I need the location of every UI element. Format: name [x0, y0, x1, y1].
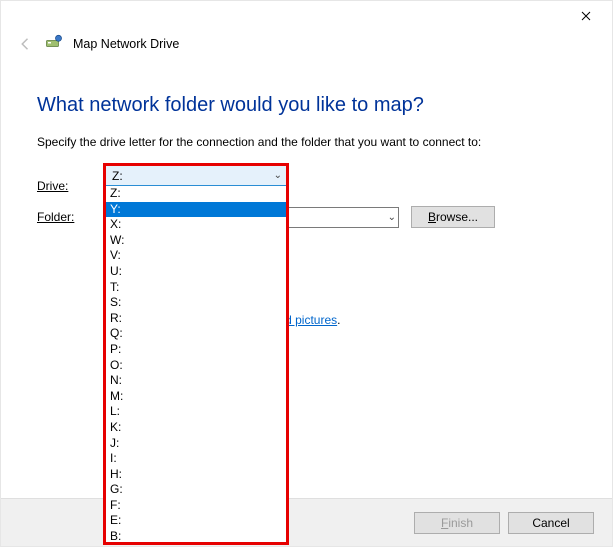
- drive-option[interactable]: P:: [106, 342, 286, 358]
- drive-option[interactable]: K:: [106, 420, 286, 436]
- drive-option[interactable]: Q:: [106, 326, 286, 342]
- page-subtext: Specify the drive letter for the connect…: [37, 135, 576, 149]
- network-drive-icon: [45, 33, 63, 54]
- drive-dropdown-expanded[interactable]: Z: ⌄ Z:Y:X:W:V:U:T:S:R:Q:P:O:N:M:L:K:J:I…: [103, 163, 289, 545]
- drive-option[interactable]: J:: [106, 436, 286, 452]
- close-button[interactable]: [564, 2, 608, 30]
- drive-option[interactable]: V:: [106, 248, 286, 264]
- chevron-down-icon: ⌄: [388, 212, 396, 223]
- drive-option[interactable]: W:: [106, 233, 286, 249]
- browse-button[interactable]: Browse...: [411, 206, 495, 228]
- finish-button: Finish: [414, 512, 500, 534]
- drive-option[interactable]: Y:: [106, 202, 286, 218]
- drive-option[interactable]: G:: [106, 482, 286, 498]
- drive-label: Drive:: [37, 179, 107, 193]
- drive-option[interactable]: E:: [106, 513, 286, 529]
- back-arrow-icon: [17, 35, 35, 53]
- drive-combobox-open[interactable]: Z: ⌄: [105, 165, 287, 186]
- drive-option[interactable]: S:: [106, 295, 286, 311]
- drive-option[interactable]: L:: [106, 404, 286, 420]
- folder-label: Folder:: [37, 210, 107, 224]
- drive-option[interactable]: Z:: [106, 186, 286, 202]
- drive-option[interactable]: U:: [106, 264, 286, 280]
- drive-option[interactable]: X:: [106, 217, 286, 233]
- window-title: Map Network Drive: [73, 37, 179, 51]
- page-heading: What network folder would you like to ma…: [37, 94, 576, 117]
- close-icon: [581, 11, 591, 21]
- drive-option[interactable]: R:: [106, 311, 286, 327]
- drive-option[interactable]: N:: [106, 373, 286, 389]
- drive-option[interactable]: O:: [106, 358, 286, 374]
- chevron-down-icon: ⌄: [274, 170, 282, 181]
- drive-option[interactable]: H:: [106, 467, 286, 483]
- period: .: [337, 313, 340, 327]
- drive-option[interactable]: M:: [106, 389, 286, 405]
- drive-option[interactable]: B:: [106, 529, 286, 542]
- drive-option[interactable]: F:: [106, 498, 286, 514]
- drive-option[interactable]: I:: [106, 451, 286, 467]
- cancel-button[interactable]: Cancel: [508, 512, 594, 534]
- drive-option[interactable]: T:: [106, 280, 286, 296]
